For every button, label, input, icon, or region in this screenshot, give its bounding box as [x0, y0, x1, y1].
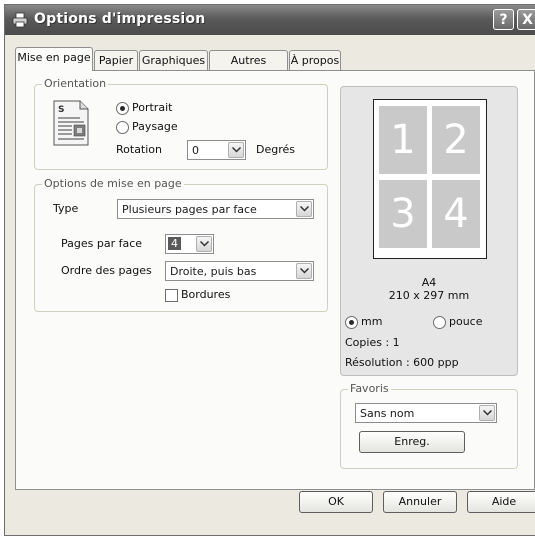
tab-papier[interactable]: Papier	[94, 50, 138, 70]
unit-mm-label: mm	[361, 315, 383, 328]
type-select[interactable]: Plusieurs pages par face	[117, 199, 314, 219]
portrait-label: Portrait	[132, 101, 173, 114]
help-button[interactable]: Aide	[467, 491, 535, 513]
help-title-button[interactable]: ?	[493, 9, 514, 30]
preview-page-4: 4	[432, 180, 480, 248]
favorites-group-title: Favoris	[348, 382, 391, 395]
portrait-document-icon: S	[52, 100, 90, 146]
rotation-value: 0	[192, 144, 199, 157]
paysage-radio[interactable]	[116, 121, 129, 134]
tab-a-propos[interactable]: À propos	[289, 50, 341, 70]
chevron-down-icon	[479, 405, 495, 421]
preview-page-1: 1	[379, 106, 427, 174]
paper-size: 210 x 297 mm	[388, 289, 470, 302]
window-title: Options d'impression	[34, 11, 206, 27]
print-options-window: Options d'impression ? X Mise en page Pa…	[4, 4, 535, 536]
borders-checkbox[interactable]	[165, 289, 178, 302]
paysage-label: Paysage	[132, 120, 178, 133]
favorites-group: Favoris	[340, 382, 518, 469]
borders-label: Bordures	[181, 288, 231, 301]
tab-graphiques[interactable]: Graphiques	[139, 50, 208, 70]
resolution-text: Résolution : 600 ppp	[345, 356, 459, 369]
ok-button[interactable]: OK	[299, 491, 373, 513]
close-button[interactable]: X	[517, 9, 535, 30]
rotation-label: Rotation	[116, 143, 163, 156]
pages-per-face-label: Pages par face	[61, 237, 143, 250]
chevron-down-icon	[196, 236, 212, 252]
degrees-label: Degrés	[256, 143, 295, 156]
title-bar[interactable]: Options d'impression ? X	[5, 5, 535, 35]
page-order-value: Droite, puis bas	[170, 265, 257, 278]
rotation-select[interactable]: 0	[187, 140, 246, 160]
unit-inch-radio[interactable]	[433, 316, 446, 329]
page-order-select[interactable]: Droite, puis bas	[165, 261, 314, 281]
preview-page-3: 3	[379, 180, 427, 248]
pages-per-face-value: 4	[168, 237, 181, 250]
portrait-radio[interactable]	[116, 102, 129, 115]
pages-per-face-select[interactable]: 4	[165, 234, 214, 254]
type-label: Type	[53, 202, 79, 215]
type-value: Plusieurs pages par face	[122, 203, 257, 216]
cancel-button[interactable]: Annuler	[383, 491, 457, 513]
tab-panel: Orientation S Portrait Paysage Rotation	[15, 70, 535, 490]
tab-autres-options[interactable]: Autres options	[209, 50, 288, 86]
orientation-group-title: Orientation	[42, 77, 109, 90]
preview-page-2: 2	[432, 106, 480, 174]
chevron-down-icon	[228, 142, 244, 158]
chevron-down-icon	[296, 201, 312, 217]
favorites-value: Sans nom	[360, 407, 415, 420]
chevron-down-icon	[296, 263, 312, 279]
printer-icon	[12, 12, 28, 28]
tab-mise-en-page[interactable]: Mise en page	[15, 47, 93, 71]
copies-text: Copies : 1	[345, 336, 400, 349]
paper-name: A4	[421, 276, 437, 289]
page-order-label: Ordre des pages	[61, 264, 152, 277]
svg-text:S: S	[58, 105, 64, 115]
preview-sheet: 1 2 3 4	[373, 99, 487, 259]
page-preview-panel: 1 2 3 4 A4 210 x 297 mm mm pouce Copies …	[340, 86, 518, 376]
layout-options-group-title: Options de mise en page	[42, 177, 184, 190]
unit-mm-radio[interactable]	[345, 316, 358, 329]
unit-inch-label: pouce	[449, 315, 483, 328]
favorites-select[interactable]: Sans nom	[355, 403, 497, 423]
save-favorite-button[interactable]: Enreg.	[359, 431, 465, 453]
